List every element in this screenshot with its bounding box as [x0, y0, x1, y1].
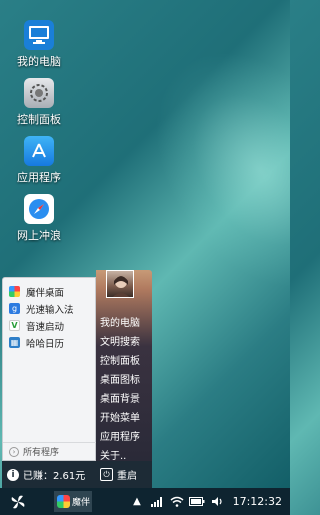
battery-icon[interactable]: [187, 497, 207, 506]
calendar-icon: ▦: [9, 337, 20, 348]
menu-item-input-method[interactable]: g 光速输入法: [3, 300, 95, 317]
start-menu-program-list: 魔伴桌面 g 光速输入法 V 音速启动 ▦ 哈哈日历 › 所有程序: [2, 277, 97, 461]
taskbar: 魔伴 ▲ 17:12:32: [0, 488, 290, 515]
menu-item-label: 光速输入法: [26, 304, 74, 316]
system-tray: ▲: [127, 488, 227, 515]
all-programs-label: 所有程序: [23, 448, 60, 458]
right-menu-applications[interactable]: 应用程序: [100, 428, 140, 443]
pinwheel-icon: [9, 286, 20, 297]
right-menu-my-computer[interactable]: 我的电脑: [100, 314, 140, 329]
compass-icon: [24, 194, 54, 224]
up-arrow-icon[interactable]: ▲: [127, 496, 147, 507]
start-menu-right-panel: 我的电脑 文明搜索 控制面板 桌面图标 桌面背景 开始菜单 应用程序 关于..: [96, 270, 152, 462]
desktop-icon-applications[interactable]: 应用程序: [1, 136, 77, 185]
menu-item-calendar[interactable]: ▦ 哈哈日历: [3, 334, 95, 351]
desktop-icon-control-panel[interactable]: 控制面板: [1, 78, 77, 127]
pinwheel-icon: [57, 495, 70, 508]
taskbar-item-moban[interactable]: 魔伴: [54, 491, 92, 512]
menu-item-launcher[interactable]: V 音速启动: [3, 317, 95, 334]
right-menu-control-panel[interactable]: 控制面板: [100, 352, 140, 367]
taskbar-item-label: 魔伴: [72, 498, 91, 508]
network-icon[interactable]: [147, 496, 167, 507]
arrow-right-icon: ›: [9, 446, 19, 457]
input-method-icon: g: [9, 303, 20, 314]
desktop-icon-label: 我的电脑: [17, 55, 61, 68]
right-menu-search[interactable]: 文明搜索: [100, 333, 140, 348]
desktop: 我的电脑 控制面板 应用程序 网上冲浪 魔伴桌面 g 光速输入法 V 音速启动 …: [0, 0, 290, 488]
right-menu-desktop-icons[interactable]: 桌面图标: [100, 371, 140, 386]
desktop-icon-label: 控制面板: [17, 113, 61, 126]
start-menu-footer: i 已赚：2.61元 ⏻ 重启: [2, 461, 152, 488]
desktop-icon-web-browser[interactable]: 网上冲浪: [1, 194, 77, 243]
restart-button[interactable]: ⏻ 重启: [96, 467, 137, 482]
menu-item-label: 魔伴桌面: [26, 287, 65, 299]
menu-item-mobanzhuomian[interactable]: 魔伴桌面: [3, 283, 95, 300]
volume-icon[interactable]: [207, 496, 227, 507]
start-button[interactable]: [0, 488, 36, 515]
launcher-icon: V: [9, 320, 20, 331]
power-icon: ⏻: [100, 468, 113, 481]
computer-icon: [24, 20, 54, 50]
info-icon: i: [7, 468, 19, 481]
menu-item-label: 哈哈日历: [26, 338, 65, 350]
desktop-icon-label: 应用程序: [17, 171, 61, 184]
avatar[interactable]: [106, 270, 134, 298]
pinwheel-icon: [11, 495, 25, 508]
right-menu-desktop-background[interactable]: 桌面背景: [100, 390, 140, 405]
earnings-display: i 已赚：2.61元: [2, 467, 96, 482]
gear-icon: [24, 78, 54, 108]
clock[interactable]: 17:12:32: [233, 488, 282, 515]
all-programs-button[interactable]: › 所有程序: [3, 442, 97, 460]
restart-label: 重启: [117, 471, 137, 482]
app-store-icon: [24, 136, 54, 166]
desktop-icon-my-computer[interactable]: 我的电脑: [1, 20, 77, 69]
earnings-label: 已赚：2.61元: [23, 471, 86, 482]
desktop-icon-label: 网上冲浪: [17, 229, 61, 242]
right-menu-about[interactable]: 关于..: [100, 447, 126, 462]
right-menu-start-menu[interactable]: 开始菜单: [100, 409, 140, 424]
menu-item-label: 音速启动: [26, 321, 65, 333]
start-menu: 魔伴桌面 g 光速输入法 V 音速启动 ▦ 哈哈日历 › 所有程序 我的电脑 文…: [2, 270, 152, 488]
wifi-icon[interactable]: [167, 496, 187, 507]
